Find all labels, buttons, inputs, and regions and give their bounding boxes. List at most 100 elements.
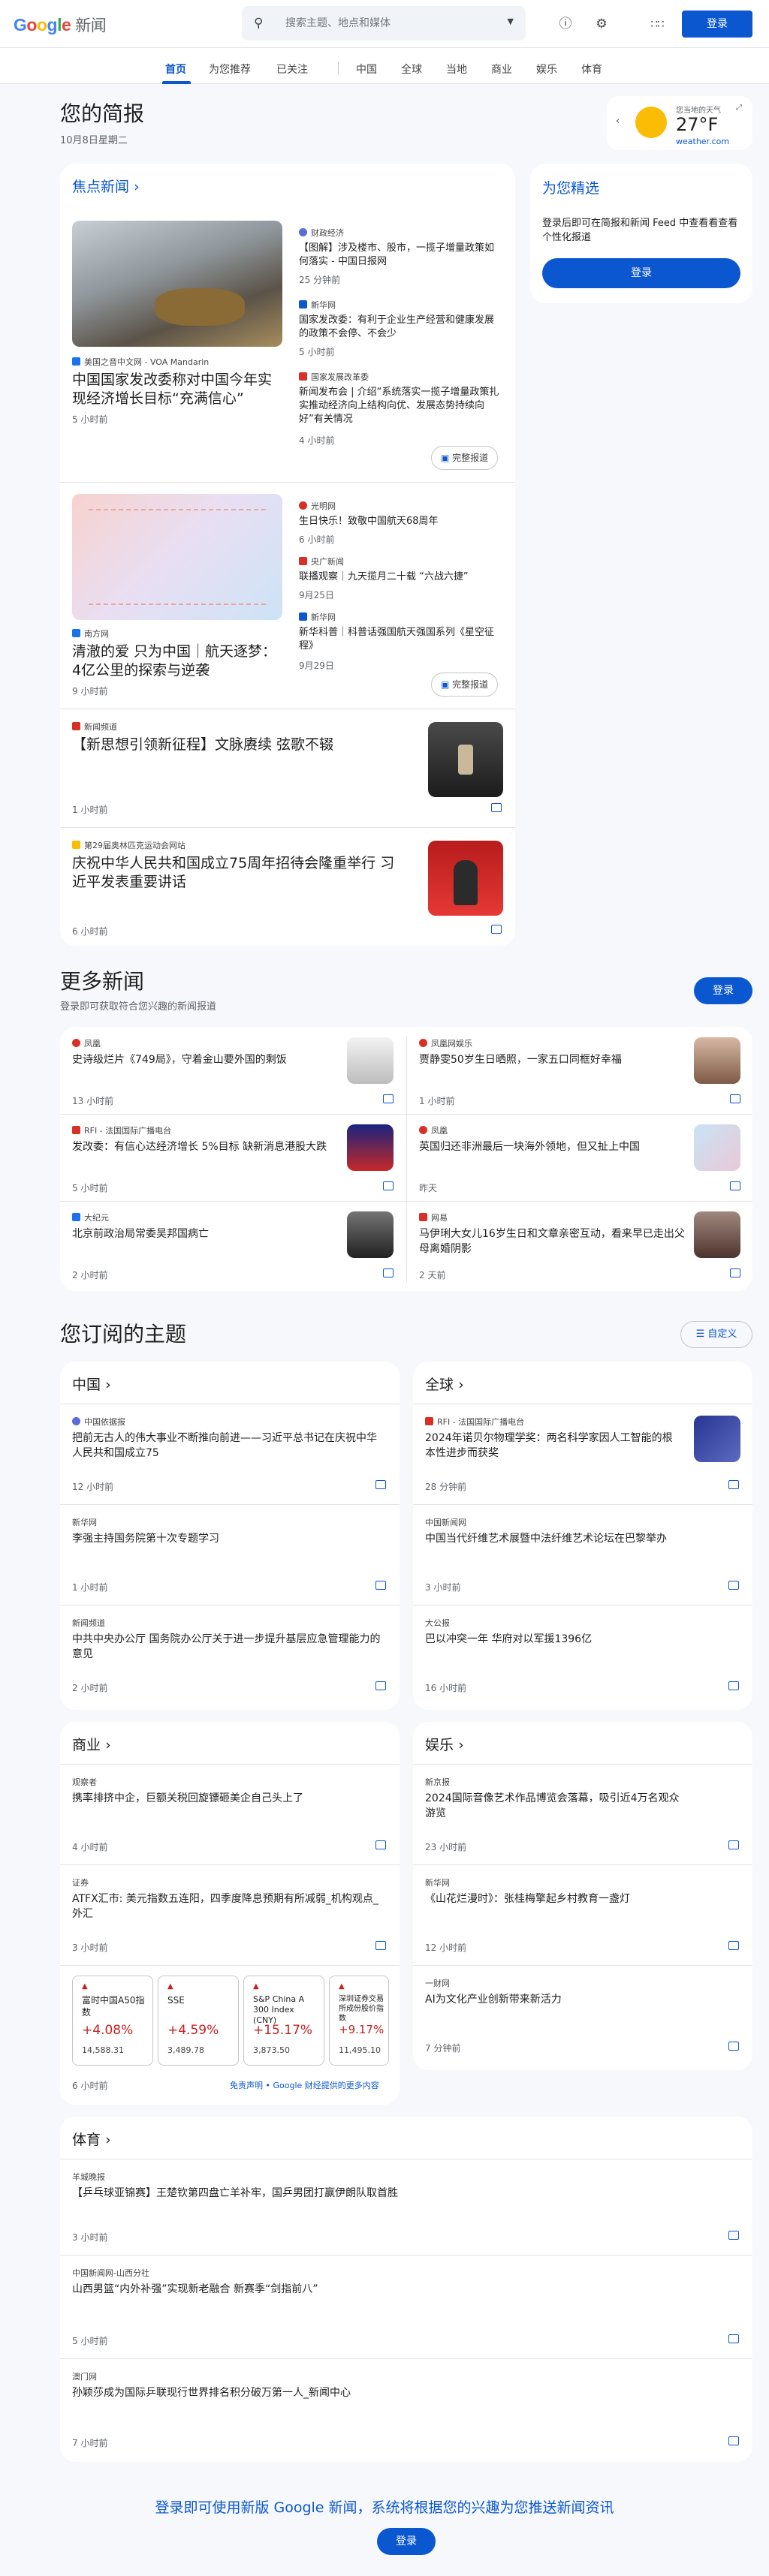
full-coverage-icon[interactable] [375,1681,386,1690]
search-input[interactable] [285,14,473,32]
headline[interactable]: 北京前政治局常委吴邦国病亡 [72,1226,342,1241]
headline[interactable]: 中国当代纤维艺术展暨中法纤维艺术论坛在巴黎举办 [425,1531,737,1546]
full-coverage-icon[interactable] [383,1094,394,1103]
full-coverage-icon[interactable] [728,1480,739,1489]
headline[interactable]: 生日快乐！致敬中国航天68周年 [299,515,503,528]
headline[interactable]: 马伊琍大女儿16岁生日和文章亲密互动，看来早已走出父母离婚阴影 [419,1226,689,1256]
market-ticker[interactable]: ▲ S&P China A 300 Index (CNY) +15.17% 3,873… [243,1976,324,2066]
full-coverage-icon[interactable] [375,1581,386,1590]
ceremony-photo[interactable] [428,841,503,916]
chevron-left-icon[interactable]: ‹ [616,116,620,127]
tab-for-you[interactable]: 为您推荐 [209,62,251,77]
full-coverage-icon[interactable] [491,803,502,812]
headline[interactable]: 国家发改委：有利于企业生产经营和健康发展的政策不会停、不会少 [299,314,503,341]
story-thumbnail[interactable] [694,1037,740,1084]
full-coverage-icon[interactable] [383,1181,394,1190]
full-coverage-icon[interactable] [375,1941,386,1950]
headline[interactable]: 把前无古人的伟大事业不断推向前进——习近平总书记在庆祝中华人民共和国成立75 [72,1431,384,1461]
headline[interactable]: 2024年诺贝尔物理学奖：两名科学家因人工智能的根本性进步而获奖 [425,1431,673,1461]
space-poster-image[interactable] [72,494,282,620]
full-coverage-icon[interactable] [728,1581,739,1590]
gear-icon[interactable]: ⚙ [590,13,613,35]
full-coverage-icon[interactable] [728,2436,739,2445]
headline[interactable]: 李强主持国务院第十次专题学习 [72,1531,384,1546]
headline[interactable]: 发改委：有信心达经济增长 5%目标 缺新消息港股大跌 [72,1139,342,1154]
tab-sports[interactable]: 体育 [581,62,602,77]
more-news-sign-in-button[interactable]: 登录 [694,977,752,1004]
full-coverage-icon[interactable] [728,2231,739,2240]
headline[interactable]: 《山花烂漫时》：张桂梅擎起乡村教育一盏灯 [425,1891,737,1906]
headline[interactable]: 携率排挤中企，巨额关税回旋镖砸美企自己头上了 [72,1791,384,1806]
tab-following[interactable]: 已关注 [276,62,308,77]
customize-button[interactable]: ☰ 自定义 [680,1321,752,1348]
full-coverage-icon[interactable] [728,1681,739,1690]
tab-china[interactable]: 中国 [356,62,377,77]
sign-in-button[interactable]: 登录 [682,11,752,38]
full-coverage-icon[interactable] [728,1840,739,1849]
headline[interactable]: 联播观察｜九天揽月二十载 “六战六捷” [299,570,503,584]
headline[interactable]: 史诗级烂片《749局》，守着金山要外国的剩饭 [72,1052,342,1067]
story-thumbnail[interactable] [347,1211,394,1258]
full-coverage-icon[interactable] [730,1181,740,1190]
google-news-logo[interactable]: Google 新闻 [14,14,107,36]
story-thumbnail[interactable] [694,1211,740,1258]
headline[interactable]: 英国归还非洲最后一块海外领地，但又扯上中国 [419,1139,689,1154]
headline[interactable]: 孙颖莎成为国际乒联现行世界排名积分破万第一人_新闻中心 [72,2385,733,2400]
weather-source-link[interactable]: weather.com [676,137,729,146]
story-thumbnail[interactable] [694,1124,740,1171]
tab-local[interactable]: 当地 [446,62,467,77]
tab-home[interactable]: 首页 [165,62,186,77]
headline[interactable]: 中国国家发改委称对中国今年实现经济增长目标“充满信心” [72,371,285,408]
full-coverage-icon[interactable] [728,1941,739,1950]
expand-icon[interactable]: ⤢ [736,104,742,112]
topic-title[interactable]: 体育 › [72,2129,111,2149]
chevron-down-icon[interactable]: ▼ [508,17,514,26]
full-coverage-icon[interactable] [375,1840,386,1849]
topic-title[interactable]: 娱乐 › [425,1734,464,1754]
bull-statue-photo[interactable] [72,221,282,347]
headline[interactable]: 贾静雯50岁生日晒照，一家五口同框好幸福 [419,1052,689,1067]
footer-sign-in-button[interactable]: 登录 [377,2528,436,2555]
exhibit-photo[interactable] [428,722,503,797]
search-box[interactable]: ⚲ ▼ [242,6,526,41]
full-coverage-icon[interactable] [728,2334,739,2343]
headline[interactable]: 中共中央办公厅 国务院办公厅关于进一步提升基层应急管理能力的意见 [72,1632,384,1662]
market-ticker[interactable]: ▲ SSE +4.59% 3,489.78 [158,1976,239,2066]
search-icon[interactable]: ⚲ [254,16,263,31]
full-coverage-button[interactable]: ▣ 完整报道 [431,673,499,697]
story-thumbnail[interactable] [694,1416,740,1462]
headline[interactable]: 【新思想引领新征程】文脉赓续 弦歌不辍 [72,736,403,754]
headline[interactable]: 巴以冲突一年 华府对以军援1396亿 [425,1632,737,1647]
help-icon[interactable]: ⓘ [554,13,577,35]
full-coverage-icon[interactable] [491,925,502,934]
headline[interactable]: 新闻发布会 | 介绍“系统落实一揽子增量政策扎实推动经济向上结构向优、发展态势持… [299,386,503,426]
headline[interactable]: 2024国际音像艺术作品博览会落幕，吸引近4万名观众游览 [425,1791,680,1821]
topic-title[interactable]: 中国 › [72,1374,111,1394]
headline[interactable]: 新华科普｜科普话强国航天强国系列《星空征程》 [299,626,503,653]
full-coverage-icon[interactable] [375,1480,386,1489]
full-coverage-icon[interactable] [728,2042,739,2051]
tab-world[interactable]: 全球 [401,62,422,77]
headline[interactable]: 山西男篮“内外补强”实现新老融合 新赛季“剑指前八” [72,2282,733,2297]
market-ticker[interactable]: ▲ 深圳证券交易所成份股价指数 +9.17% 11,495.10 [329,1976,389,2066]
story-thumbnail[interactable] [347,1124,394,1171]
full-coverage-button[interactable]: ▣ 完整报道 [431,446,499,470]
finance-disclaimer-link[interactable]: 免责声明 • Google 财经提供的更多内容 [230,2079,379,2091]
headline[interactable]: 庆祝中华人民共和国成立75周年招待会隆重举行 习近平发表重要讲话 [72,854,403,892]
headline[interactable]: AI为文化产业创新带来新活力 [425,1992,737,2007]
for-you-sign-in-button[interactable]: 登录 [542,258,740,288]
market-ticker[interactable]: ▲ 富时中国A50指数 +4.08% 14,588.31 [72,1976,153,2066]
tab-business[interactable]: 商业 [491,62,512,77]
topic-title[interactable]: 商业 › [72,1734,111,1754]
topic-title[interactable]: 全球 › [425,1374,464,1394]
tab-entertainment[interactable]: 娱乐 [536,62,557,77]
weather-widget[interactable]: ‹ 您当地的天气 27°F weather.com ⤢ [607,96,752,150]
headline[interactable]: 【图解】涉及楼市、股市，一揽子增量政策如何落实 - 中国日报网 [299,242,503,269]
headline[interactable]: 【乒乓球亚锦赛】王楚钦第四盘亡羊补牢，国乒男团打赢伊朗队取首胜 [72,2186,733,2201]
full-coverage-icon[interactable] [730,1268,740,1277]
full-coverage-icon[interactable] [730,1094,740,1103]
story-thumbnail[interactable] [347,1037,394,1084]
full-coverage-icon[interactable] [383,1268,394,1277]
apps-grid-icon[interactable]: ∷∷ [646,13,668,35]
headline[interactable]: 清澈的爱 只为中国｜航天逐梦：4亿公里的探索与逆袭 [72,642,285,680]
